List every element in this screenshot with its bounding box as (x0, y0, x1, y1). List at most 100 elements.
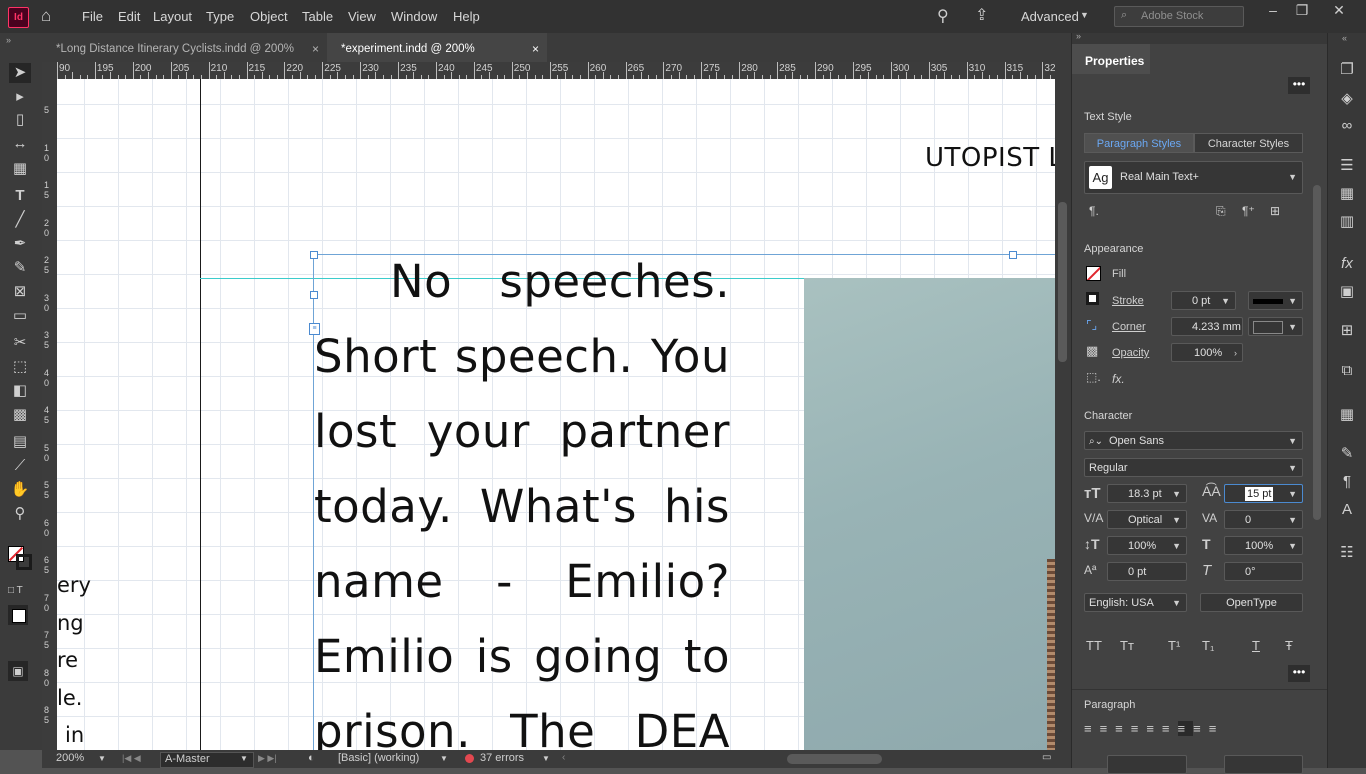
tab-character-styles[interactable]: Character Styles (1194, 133, 1303, 153)
collapse-icon[interactable]: » (1076, 31, 1081, 41)
canvas-vertical-scrollbar[interactable] (1055, 62, 1071, 750)
paragraph-styles-icon[interactable]: ¶ (1338, 473, 1356, 491)
gradient-feather-icon[interactable]: ▩ (9, 405, 31, 425)
gradient-icon[interactable]: ▥ (1338, 213, 1356, 231)
corner-size-field[interactable]: 4.233 mm (1171, 317, 1243, 336)
gap-tool-icon[interactable]: ↔ (9, 134, 31, 154)
selection-tool-icon[interactable]: ➤ (9, 63, 31, 83)
menu-type[interactable]: Type (206, 9, 234, 24)
language-select[interactable]: English: USA ▼ (1084, 593, 1187, 612)
eyedropper-tool-icon[interactable]: ⟋ (9, 456, 31, 476)
table-icon[interactable]: ▦ (1338, 406, 1356, 424)
screen-mode-icon[interactable]: ▣ (8, 661, 28, 681)
skew-field[interactable]: 0° (1224, 562, 1303, 581)
hand-tool-icon[interactable]: ✋ (9, 480, 31, 500)
menu-layout[interactable]: Layout (153, 9, 192, 24)
tab-experiment[interactable]: *experiment.indd @ 200% × (327, 33, 547, 62)
preflight-profile[interactable]: [Basic] (working) (338, 752, 419, 764)
split-view-icon[interactable]: ▭ (1042, 752, 1051, 763)
kerning-select[interactable]: Optical ▼ (1107, 510, 1187, 529)
effects-icon[interactable]: fx (1338, 255, 1356, 273)
fit-frame-icon[interactable]: ⬚. (1086, 370, 1101, 384)
panel-scrollbar[interactable] (1313, 185, 1321, 520)
close-window-button[interactable]: ✕ (1328, 2, 1350, 20)
object-styles-icon[interactable]: ☷ (1338, 544, 1356, 562)
formatting-container-icon[interactable]: □ T (8, 585, 23, 596)
corner-shape-select[interactable]: ▼ (1248, 317, 1303, 336)
note-tool-icon[interactable]: ▤ (9, 432, 31, 452)
clear-overrides-icon[interactable]: ¶⁺ (1242, 204, 1255, 218)
free-transform-tool-icon[interactable]: ⬚ (9, 357, 31, 377)
more-options-icon[interactable]: ••• (1288, 77, 1310, 94)
font-family-select[interactable]: ⌕⌄ Open Sans ▼ (1084, 431, 1303, 450)
underline-button[interactable]: T (1252, 638, 1260, 653)
justify-all-icon[interactable]: ≡ (1177, 721, 1194, 736)
small-caps-button[interactable]: Tт (1120, 638, 1134, 653)
frame-handle[interactable] (1009, 251, 1017, 259)
running-header[interactable]: UTOPIST L (925, 143, 1055, 173)
opacity-field[interactable]: 100% › (1171, 343, 1243, 362)
menu-table[interactable]: Table (302, 9, 333, 24)
chevron-down-icon[interactable]: ▼ (440, 754, 448, 763)
baseline-shift-field[interactable]: 0 pt (1107, 562, 1187, 581)
minimize-button[interactable]: – (1262, 2, 1284, 20)
font-style-select[interactable]: Regular ▼ (1084, 458, 1303, 477)
direct-selection-tool-icon[interactable]: ▸ (9, 87, 31, 107)
vertical-scale-field[interactable]: 100% ▼ (1107, 536, 1187, 555)
horizontal-scale-field[interactable]: 100% ▼ (1224, 536, 1303, 555)
menu-file[interactable]: File (82, 9, 103, 24)
pen-tool-icon[interactable]: ✒ (9, 234, 31, 254)
rectangle-frame-tool-icon[interactable]: ⊠ (9, 282, 31, 302)
collapse-icon[interactable]: » (6, 35, 11, 45)
close-icon[interactable]: × (532, 33, 539, 65)
horizontal-ruler[interactable]: 90 195 200 205 210 215 220 225 230 235 240 245 250 25… (42, 62, 1055, 80)
pencil-tool-icon[interactable]: ✎ (9, 258, 31, 278)
close-icon[interactable]: × (312, 33, 319, 65)
corner-label[interactable]: Corner (1112, 321, 1146, 333)
layers-icon[interactable]: ◈ (1338, 90, 1356, 108)
zoom-tool-icon[interactable]: ⚲ (9, 504, 31, 524)
corner-icon[interactable]: ⌜⌟ (1086, 318, 1097, 332)
stroke-icon[interactable]: ☰ (1338, 157, 1356, 175)
collapse-icon[interactable]: « (1342, 33, 1347, 43)
fill-none-icon[interactable] (1086, 266, 1101, 281)
stock-search-input[interactable]: ⌕ Adobe Stock (1114, 6, 1244, 27)
body-text-frame[interactable]: No speeches. Short speech. You lost your… (314, 244, 730, 750)
stroke-swatch[interactable] (16, 554, 32, 570)
character-styles-icon[interactable]: A (1338, 501, 1356, 519)
pathfinder-icon[interactable]: ⧉ (1338, 362, 1356, 380)
line-tool-icon[interactable]: ╱ (9, 210, 31, 230)
right-indent-field[interactable] (1224, 755, 1303, 774)
swatches-icon[interactable]: ▦ (1338, 185, 1356, 203)
opacity-label[interactable]: Opacity (1112, 347, 1149, 359)
vertical-ruler[interactable]: 5 10 15 20 25 30 35 40 45 50 55 60 65 70 75 80 85 (42, 79, 58, 750)
load-styles-icon[interactable]: ⎘ (1216, 204, 1226, 219)
more-options-icon[interactable]: ••• (1288, 665, 1310, 682)
leading-field[interactable]: 15 pt ▼ (1224, 484, 1303, 503)
style-selector[interactable]: Ag Real Main Text+ ▼ (1084, 161, 1303, 194)
subscript-button[interactable]: T₁ (1202, 638, 1214, 653)
tab-long-distance[interactable]: *Long Distance Itinerary Cyclists.indd @… (42, 33, 327, 62)
first-page-icon[interactable]: |◀ ◀ (122, 753, 141, 764)
chevron-down-icon[interactable]: ▼ (240, 754, 248, 763)
stroke-type-select[interactable]: ▼ (1248, 291, 1303, 310)
tab-paragraph-styles[interactable]: Paragraph Styles (1084, 133, 1194, 153)
rectangle-tool-icon[interactable]: ▭ (9, 306, 31, 326)
menu-edit[interactable]: Edit (118, 9, 140, 24)
content-collector-icon[interactable]: ▦ (9, 159, 31, 179)
stroke-weight-field[interactable]: 0 pt ▼ (1171, 291, 1236, 310)
paragraph-align-buttons[interactable]: ≡≡≡≡≡≡≡≡≡ (1084, 721, 1304, 741)
stroke-label[interactable]: Stroke (1112, 295, 1144, 307)
restore-button[interactable]: ❐ (1291, 2, 1313, 20)
tracking-field[interactable]: 0 ▼ (1224, 510, 1303, 529)
all-caps-button[interactable]: TT (1086, 638, 1102, 653)
text-wrap-icon[interactable]: ▣ (1338, 283, 1356, 301)
apply-none-icon[interactable] (8, 605, 28, 625)
page-tool-icon[interactable]: ▯ (9, 110, 31, 130)
chevron-down-icon[interactable]: ▼ (98, 754, 106, 763)
chevron-down-icon[interactable]: ▼ (1080, 10, 1089, 20)
menu-object[interactable]: Object (250, 9, 288, 24)
horizontal-scroll-thumb[interactable] (787, 754, 882, 764)
chevron-down-icon[interactable]: ▼ (542, 754, 550, 763)
opentype-button[interactable]: OpenType (1200, 593, 1303, 612)
